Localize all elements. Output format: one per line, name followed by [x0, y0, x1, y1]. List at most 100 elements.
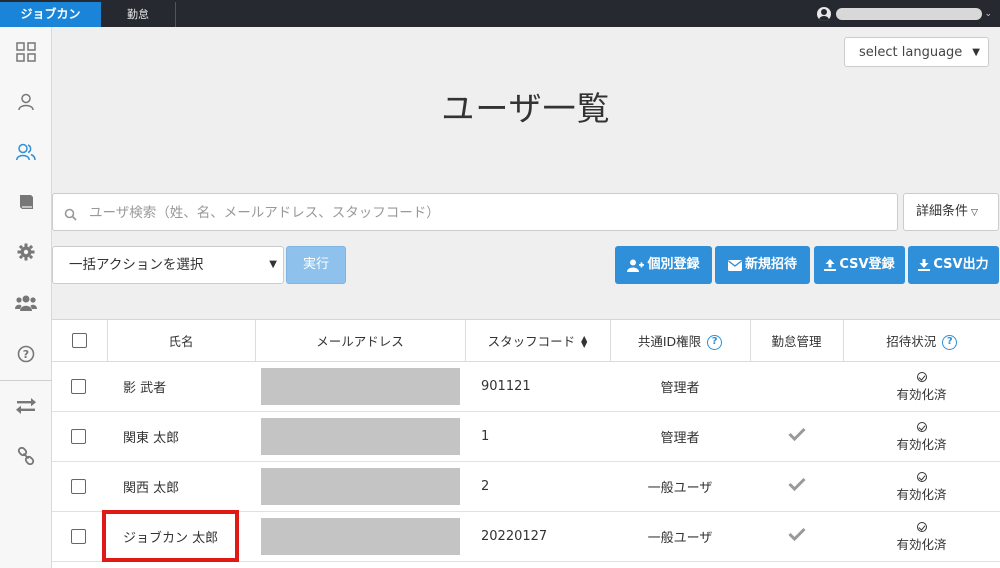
- highlight-box: [102, 510, 239, 562]
- search-icon: [64, 206, 77, 225]
- email-cell: [255, 511, 465, 562]
- email-masked: [261, 417, 460, 455]
- tab-attendance[interactable]: 勤怠: [101, 2, 176, 27]
- column-header-name: 氏名: [107, 320, 256, 362]
- check-circle-icon: [916, 372, 927, 382]
- sidebar-divider: [0, 380, 52, 381]
- attendance-cell: [750, 361, 843, 412]
- language-select[interactable]: select language ▼: [844, 37, 989, 67]
- page-title: ユーザ一覧: [441, 89, 611, 128]
- select-all-checkbox[interactable]: [71, 333, 87, 349]
- detail-conditions-button[interactable]: 詳細条件 ▽: [903, 193, 999, 231]
- help-icon[interactable]: ?: [942, 334, 958, 350]
- user-name-masked: [836, 8, 983, 20]
- row-checkbox-cell: [52, 461, 107, 512]
- staff-code: 1: [465, 411, 610, 462]
- group-icon[interactable]: [15, 292, 37, 314]
- attendance-cell: [750, 461, 843, 512]
- csv-export-button[interactable]: CSV出力: [908, 246, 999, 284]
- table-row[interactable]: 影 武者 901121 管理者有効化済: [52, 361, 1000, 412]
- invite-status-cell: 有効化済: [843, 411, 1000, 462]
- column-header-email: メールアドレス: [255, 320, 466, 362]
- attendance-cell: [750, 511, 843, 562]
- staff-code: 2: [465, 461, 610, 512]
- dashboard-grid-icon[interactable]: [15, 41, 37, 63]
- sort-icon[interactable]: ▲ ▼: [581, 335, 587, 349]
- table-row[interactable]: 関東 太郎 1 管理者 有効化済: [52, 411, 1000, 462]
- id-role: 管理者: [610, 411, 750, 462]
- bulk-action-label: 一括アクションを選択: [69, 257, 204, 273]
- user-menu[interactable]: ⌄: [817, 7, 992, 21]
- invite-status: 有効化済: [896, 387, 947, 402]
- invite-status-cell: 有効化済: [843, 511, 1000, 562]
- user-name[interactable]: 関西 太郎: [107, 461, 255, 512]
- search-placeholder: ユーザ検索（姓、名、メールアドレス、スタッフコード）: [89, 205, 440, 221]
- individual-register-button[interactable]: 個別登録: [615, 246, 712, 284]
- invite-status-cell: 有効化済: [843, 461, 1000, 512]
- gear-icon[interactable]: [15, 241, 37, 263]
- csv-register-button[interactable]: CSV登録: [814, 246, 905, 284]
- email-cell: [255, 461, 465, 512]
- invite-status-cell: 有効化済: [843, 361, 1000, 412]
- column-header-id-role: 共通ID権限?: [610, 320, 751, 362]
- chevron-down-icon: ⌄: [984, 9, 992, 19]
- book-icon[interactable]: [15, 191, 37, 213]
- row-checkbox[interactable]: [71, 378, 86, 394]
- help-icon[interactable]: ?: [707, 334, 723, 350]
- table-row[interactable]: 関西 太郎 2 一般ユーザ有効化済: [52, 461, 1000, 512]
- table-header-row: 氏名 メールアドレス スタッフコード ▲ ▼ 共通ID権限? 勤怠管理 招待状況?: [52, 320, 1000, 362]
- attendance-cell: [750, 411, 843, 462]
- row-checkbox[interactable]: [71, 478, 86, 494]
- invite-status: 有効化済: [896, 487, 947, 502]
- chevron-down-icon: ▼: [269, 259, 277, 270]
- user-icon: [817, 7, 832, 21]
- check-icon: [787, 527, 806, 542]
- email-masked: [261, 467, 460, 505]
- check-circle-icon: [916, 522, 927, 532]
- invite-status: 有効化済: [896, 537, 947, 552]
- row-checkbox[interactable]: [71, 428, 86, 444]
- id-role: 一般ユーザ: [610, 511, 750, 562]
- swap-arrows-icon[interactable]: [15, 395, 37, 417]
- chevron-down-icon: ▽: [971, 208, 978, 218]
- help-icon[interactable]: ?: [15, 343, 37, 365]
- email-masked: [261, 517, 460, 555]
- users-icon[interactable]: [15, 141, 37, 163]
- execute-button[interactable]: 実行: [286, 246, 346, 284]
- staff-code: 901121: [465, 361, 610, 412]
- language-select-label: select language: [859, 45, 963, 60]
- user-plus-icon: [627, 259, 645, 272]
- row-checkbox-cell: [52, 411, 107, 462]
- csv-export-label: CSV出力: [933, 257, 989, 272]
- svg-text:?: ?: [23, 348, 29, 361]
- check-circle-icon: [916, 472, 927, 482]
- id-role: 管理者: [610, 361, 750, 412]
- check-circle-icon: [916, 422, 927, 432]
- check-icon: [787, 427, 806, 442]
- column-header-invite-status: 招待状況?: [843, 320, 1000, 362]
- row-checkbox-cell: [52, 361, 107, 412]
- staff-code-header-label: スタッフコード: [487, 333, 576, 349]
- id-role: 一般ユーザ: [610, 461, 750, 512]
- user-profile-icon[interactable]: [15, 91, 37, 113]
- brand-tab[interactable]: ジョブカン: [0, 2, 101, 27]
- bulk-action-select[interactable]: 一括アクションを選択 ▼: [52, 246, 284, 284]
- user-name[interactable]: 関東 太郎: [107, 411, 255, 462]
- staff-code: 20220127: [465, 511, 610, 562]
- email-masked: [261, 367, 460, 405]
- new-invite-button[interactable]: 新規招待: [715, 246, 810, 284]
- new-invite-label: 新規招待: [744, 257, 797, 272]
- column-header-staff-code[interactable]: スタッフコード ▲ ▼: [465, 320, 611, 362]
- row-checkbox[interactable]: [71, 528, 86, 544]
- link-icon[interactable]: [15, 445, 37, 467]
- email-cell: [255, 361, 465, 412]
- id-role-header-label: 共通ID権限: [637, 333, 702, 349]
- top-bar: ジョブカン 勤怠 ⌄: [0, 0, 1000, 27]
- download-icon: [918, 259, 931, 271]
- user-name[interactable]: 影 武者: [107, 361, 255, 412]
- envelope-icon: [727, 259, 742, 271]
- csv-register-label: CSV登録: [839, 257, 895, 272]
- upload-icon: [824, 259, 837, 271]
- search-input[interactable]: ユーザ検索（姓、名、メールアドレス、スタッフコード）: [52, 193, 898, 231]
- detail-conditions-label: 詳細条件: [916, 204, 969, 219]
